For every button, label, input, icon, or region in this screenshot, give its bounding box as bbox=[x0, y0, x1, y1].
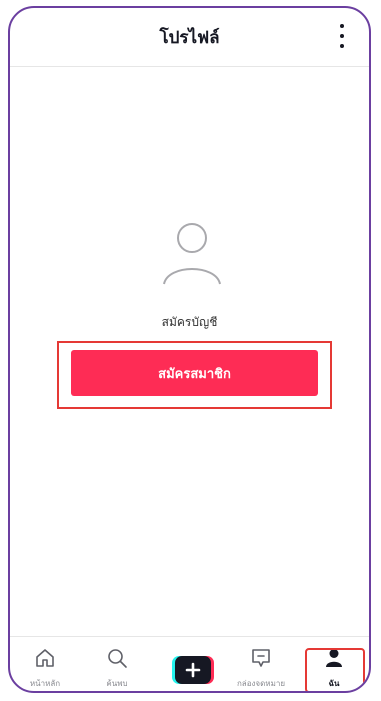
home-icon bbox=[36, 649, 54, 667]
tab-home[interactable]: หน้าหลัก bbox=[10, 637, 80, 691]
create-plus-icon[interactable] bbox=[172, 656, 214, 684]
signup-prompt: สมัครบัญชี bbox=[161, 315, 218, 329]
highlight-box bbox=[305, 648, 365, 691]
page-title: โปรไฟล์ bbox=[159, 28, 220, 48]
phone-frame: โปรไฟล์ สมัครบัญชี สมัครสมาชิก หน้าหลัก … bbox=[8, 6, 371, 693]
tab-label: ค้นพบ bbox=[106, 679, 128, 688]
signup-button[interactable]: สมัครสมาชิก bbox=[71, 350, 318, 396]
top-bar: โปรไฟล์ bbox=[10, 8, 369, 67]
tab-discover[interactable]: ค้นพบ bbox=[82, 637, 152, 691]
more-options-icon[interactable] bbox=[337, 24, 347, 48]
search-icon bbox=[108, 649, 127, 668]
tab-label: หน้าหลัก bbox=[29, 679, 61, 688]
inbox-icon bbox=[252, 649, 270, 667]
tab-inbox[interactable]: กล่องจดหมาย bbox=[226, 637, 296, 691]
tab-label: กล่องจดหมาย bbox=[236, 679, 286, 688]
default-avatar-icon bbox=[163, 223, 221, 285]
